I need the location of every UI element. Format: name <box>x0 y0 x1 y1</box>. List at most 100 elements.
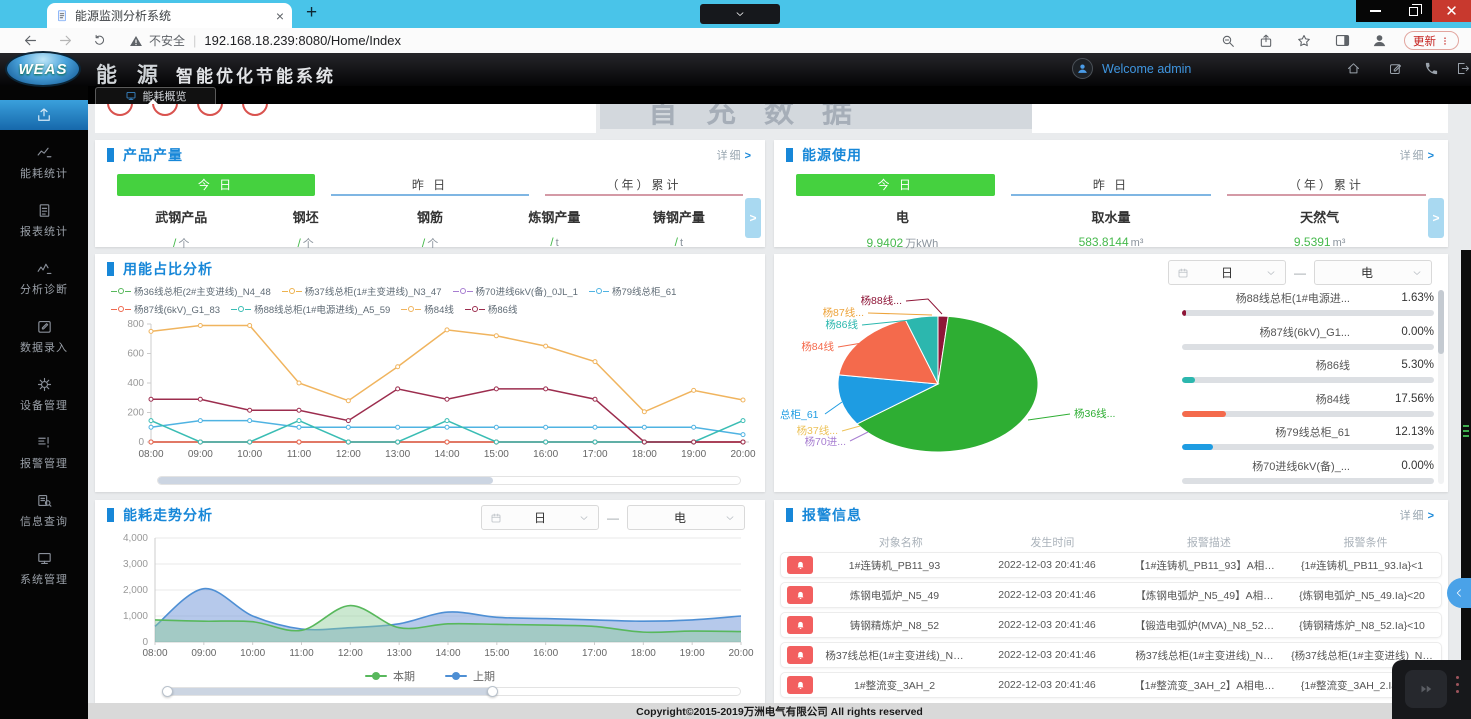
user-icon <box>1076 62 1089 75</box>
profile-icon[interactable] <box>1371 32 1388 49</box>
browser-tab-title: 能源监测分析系统 <box>75 7 270 24</box>
energy-type-select[interactable]: 电 <box>1314 260 1432 285</box>
legend-item[interactable]: 本期 <box>365 668 415 684</box>
trend-datazoom-slider[interactable] <box>165 687 741 696</box>
browser-tab[interactable]: 能源监测分析系统 × <box>47 3 292 28</box>
player-dots-icon[interactable] <box>1456 676 1459 693</box>
sidebar-item-system-mgmt[interactable]: 系统管理 <box>0 544 88 600</box>
stat-column: 取水量583.8144m³ <box>1007 207 1216 251</box>
calendar-icon <box>490 512 502 524</box>
play-video-icon[interactable] <box>1405 670 1447 708</box>
forward-icon[interactable] <box>57 32 74 49</box>
alarm-row[interactable]: 1#连铸机_PB11_932022-12-03 20:41:46【1#连铸机_P… <box>780 552 1442 578</box>
legend-item[interactable]: 杨87线(6kV)_G1_83 <box>111 302 220 316</box>
alarm-bell-icon[interactable] <box>787 556 813 574</box>
detail-link[interactable]: 详细> <box>717 147 753 163</box>
share-icon[interactable] <box>1258 33 1274 49</box>
legend-item[interactable]: 杨37线总柜(1#主变进线)_N3_47 <box>282 284 442 298</box>
stat-tab[interactable]: 昨 日 <box>1011 174 1210 196</box>
card-title: 用能占比分析 <box>123 259 213 279</box>
window-restore-button[interactable] <box>1394 0 1432 22</box>
datazoom-handle-left[interactable] <box>162 686 173 697</box>
back-icon[interactable] <box>22 32 39 49</box>
stat-tab[interactable]: 今 日 <box>796 174 995 196</box>
collapse-panel-button[interactable] <box>1447 578 1471 608</box>
sidebar-item-data-entry[interactable]: 数据录入 <box>0 312 88 368</box>
sidebar-item-energy-stats[interactable]: 能耗统计 <box>0 138 88 194</box>
sidebar-item-alarm-mgmt[interactable]: 报警管理 <box>0 428 88 484</box>
sidebar-item-label: 设备管理 <box>20 400 68 413</box>
window-close-button[interactable]: ✕ <box>1432 0 1471 22</box>
next-page-button[interactable]: > <box>745 198 761 238</box>
sidebar-item-label: 分析诊断 <box>20 284 68 297</box>
detail-link[interactable]: 详细> <box>1400 147 1436 163</box>
stat-tab[interactable]: （年）累计 <box>1227 174 1426 196</box>
legend-item[interactable]: 杨36线总柜(2#主变进线)_N4_48 <box>111 284 271 298</box>
ranking-item[interactable]: 杨87线(6kV)_G1...0.00% <box>1182 324 1434 350</box>
tab-dropdown-button[interactable] <box>700 4 780 24</box>
alarm-time: 2022-12-03 20:41:46 <box>972 619 1122 631</box>
alarm-bell-icon[interactable] <box>787 646 813 664</box>
energy-type-select[interactable]: 电 <box>627 505 745 530</box>
legend-item[interactable]: 杨79线总柜_61 <box>589 284 676 298</box>
edit-icon[interactable] <box>1388 61 1403 76</box>
alarm-bell-icon[interactable] <box>787 676 813 694</box>
app-logo: WEAS <box>5 51 81 87</box>
sidebar-item-analysis[interactable]: 分析诊断 <box>0 254 88 310</box>
ranking-item[interactable]: 杨88线总柜(1#电源进...1.63% <box>1182 290 1434 316</box>
svg-text:总柜_61: 总柜_61 <box>780 408 819 421</box>
warning-icon[interactable] <box>129 34 143 48</box>
alarm-row[interactable]: 铸钢精炼炉_N8_522022-12-03 20:41:46【锻造电弧炉(MVA… <box>780 612 1442 638</box>
legend-item[interactable]: 上期 <box>445 668 495 684</box>
alarm-bell-icon[interactable] <box>787 616 813 634</box>
right-edge-strip <box>1461 250 1471 719</box>
ranking-item[interactable]: 杨86线5.30% <box>1182 357 1434 383</box>
bookmark-star-icon[interactable] <box>1296 33 1312 49</box>
tab-close-icon[interactable]: × <box>276 9 284 23</box>
sidebar-item-report-stats[interactable]: 报表统计 <box>0 196 88 252</box>
sidebar-item-info-query[interactable]: 信息查询 <box>0 486 88 542</box>
datazoom-handle-right[interactable] <box>487 686 498 697</box>
phone-icon[interactable] <box>1424 61 1439 76</box>
new-tab-button[interactable]: + <box>306 2 317 24</box>
alarm-row[interactable]: 炼钢电弧炉_N5_492022-12-03 20:41:46【炼钢电弧炉_N5_… <box>780 582 1442 608</box>
update-button[interactable]: 更新 <box>1404 31 1459 50</box>
legend-item[interactable]: 杨86线 <box>465 302 518 316</box>
side-panel-icon[interactable] <box>1334 32 1351 49</box>
legend-item[interactable]: 杨70进线6kV(备)_0JL_1 <box>453 284 578 298</box>
alarm-row[interactable]: 杨37线总柜(1#主变进线)_N…2022-12-03 20:41:46杨37线… <box>780 642 1442 668</box>
svg-text:19:00: 19:00 <box>680 648 705 659</box>
zoom-out-icon[interactable] <box>1220 33 1236 49</box>
period-select[interactable]: 日 <box>481 505 599 530</box>
sidebar-item-active[interactable] <box>0 100 88 130</box>
window-minimize-button[interactable] <box>1356 0 1394 22</box>
mini-player-widget[interactable] <box>1392 660 1471 719</box>
ranking-scrollbar[interactable] <box>1438 290 1444 484</box>
sidebar-item-device-mgmt[interactable]: 设备管理 <box>0 370 88 426</box>
ranking-item[interactable]: 杨79线总柜_6112.13% <box>1182 424 1434 450</box>
alarm-bell-icon[interactable] <box>787 586 813 604</box>
stat-tab[interactable]: 今 日 <box>117 174 315 196</box>
period-select[interactable]: 日 <box>1168 260 1286 285</box>
sidebar-item-label: 系统管理 <box>20 574 68 587</box>
reload-icon[interactable] <box>92 33 107 48</box>
ranking-item[interactable]: 杨84线17.56% <box>1182 391 1434 417</box>
detail-link[interactable]: 详细> <box>1400 507 1436 523</box>
svg-text:15:00: 15:00 <box>484 648 509 659</box>
security-label[interactable]: 不安全 <box>149 32 185 49</box>
legend-item[interactable]: 杨88线总柜(1#电源进线)_A5_59 <box>231 302 390 316</box>
ranking-item[interactable]: 杨70进线6kV(备)_...0.00% <box>1182 458 1434 484</box>
logout-icon[interactable] <box>1456 61 1471 76</box>
stat-tab[interactable]: （年）累计 <box>545 174 743 196</box>
user-avatar[interactable] <box>1072 58 1093 79</box>
line-chart-datazoom-slider[interactable] <box>157 476 741 485</box>
app-title-main: 能 源 <box>96 59 165 89</box>
alarm-row[interactable]: 1#整流变_3AH_22022-12-03 20:41:46【1#整流变_3AH… <box>780 672 1442 698</box>
legend-item[interactable]: 杨84线 <box>401 302 454 316</box>
address-url[interactable]: 192.168.18.239:8080/Home/Index <box>204 33 401 48</box>
next-page-button[interactable]: > <box>1428 198 1444 238</box>
stat-tab[interactable]: 昨 日 <box>331 174 529 196</box>
home-icon[interactable] <box>1346 61 1361 76</box>
card-title: 能耗走势分析 <box>123 505 213 525</box>
menu-dots-icon[interactable] <box>1440 35 1450 47</box>
